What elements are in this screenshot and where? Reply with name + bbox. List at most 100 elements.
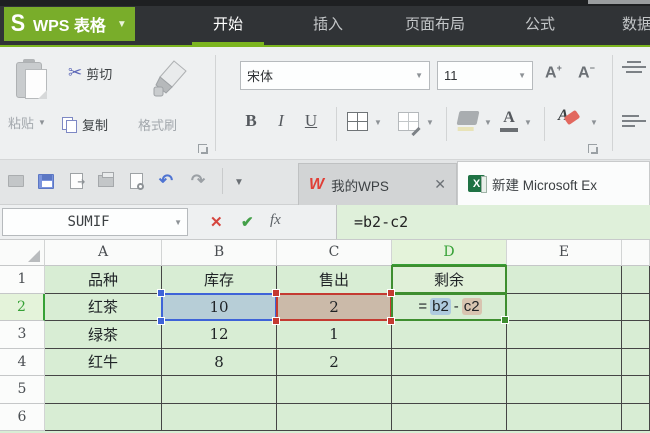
row-header-3[interactable]: 3: [0, 321, 45, 349]
cell-D6[interactable]: [392, 403, 507, 431]
cell-A1[interactable]: 品种: [45, 266, 162, 294]
fill-color-icon[interactable]: [456, 111, 480, 125]
cell-C5[interactable]: [277, 376, 392, 404]
format-painter-brush-icon[interactable]: [152, 59, 188, 99]
enter-icon[interactable]: ✔: [241, 213, 254, 231]
font-dialog-launcher-icon[interactable]: [588, 144, 598, 154]
editing-cell-D2[interactable]: = b2- c2: [391, 292, 507, 321]
ribbon-tab-home[interactable]: 开始: [193, 12, 263, 40]
row-header-4[interactable]: 4: [0, 348, 45, 376]
row-header-6[interactable]: 6: [0, 403, 45, 431]
print-preview-icon[interactable]: [124, 169, 148, 193]
cell-E2[interactable]: [507, 293, 622, 321]
undo-icon[interactable]: ↶: [154, 169, 178, 193]
row-header-1[interactable]: 1: [0, 266, 45, 294]
cell-A5[interactable]: [45, 376, 162, 404]
cell-F5[interactable]: [622, 376, 650, 404]
tab-my-wps[interactable]: W 我的WPS ✕: [298, 163, 457, 205]
cell-B5[interactable]: [162, 376, 277, 404]
cut-button[interactable]: ✂ 剪切: [68, 63, 112, 83]
column-header-B[interactable]: B: [162, 240, 277, 266]
ribbon-tab-data[interactable]: 数据: [605, 12, 650, 40]
export-icon[interactable]: ➜: [64, 169, 88, 193]
ribbon-tab-formulas[interactable]: 公式: [508, 12, 572, 40]
chevron-down-icon[interactable]: ▼: [117, 19, 127, 30]
paste-button[interactable]: 粘贴 ▼: [8, 113, 46, 132]
cell-E3[interactable]: [507, 321, 622, 349]
quick-access-dropdown-icon[interactable]: ▼: [234, 177, 244, 188]
cell-E6[interactable]: [507, 403, 622, 431]
cell-C6[interactable]: [277, 403, 392, 431]
font-color-dropdown-icon[interactable]: ▼: [524, 118, 532, 127]
align-center-icon[interactable]: [622, 61, 646, 77]
cell-E1[interactable]: [507, 266, 622, 294]
cell-A6[interactable]: [45, 403, 162, 431]
cell-D5[interactable]: [392, 376, 507, 404]
red-selection-handle[interactable]: [272, 288, 280, 297]
redo-icon[interactable]: ↷: [186, 169, 210, 193]
cell-F1[interactable]: [622, 266, 650, 294]
format-painter-button[interactable]: 格式刷: [138, 115, 177, 134]
italic-button[interactable]: I: [268, 111, 294, 131]
cell-C1[interactable]: 售出: [277, 266, 392, 294]
print-icon[interactable]: [94, 169, 118, 193]
cancel-icon[interactable]: ✕: [210, 213, 223, 231]
column-header-D[interactable]: D: [392, 240, 507, 266]
font-color-icon[interactable]: A: [500, 109, 518, 132]
save-icon[interactable]: [34, 169, 58, 193]
selected-cell-C2[interactable]: 2: [276, 292, 392, 321]
insert-function-icon[interactable]: fx: [270, 212, 281, 229]
cell-B3[interactable]: 12: [162, 321, 277, 349]
clipboard-dialog-launcher-icon[interactable]: [198, 144, 208, 154]
column-header-partial[interactable]: [622, 240, 650, 266]
blue-selection-handle[interactable]: [157, 317, 165, 325]
cell-B4[interactable]: 8: [162, 348, 277, 376]
column-header-A[interactable]: A: [45, 240, 162, 266]
draw-border-dropdown-icon[interactable]: ▼: [426, 118, 434, 127]
cell-F3[interactable]: [622, 321, 650, 349]
highlight-dropdown-icon[interactable]: ▼: [590, 118, 598, 127]
increase-font-button[interactable]: A+: [545, 63, 562, 82]
column-header-E[interactable]: E: [507, 240, 622, 266]
highlight-color-icon[interactable]: A: [558, 107, 581, 126]
name-box[interactable]: SUMIF ▼: [2, 208, 188, 236]
cell-E4[interactable]: [507, 348, 622, 376]
cell-C4[interactable]: 2: [277, 348, 392, 376]
fill-color-dropdown-icon[interactable]: ▼: [484, 118, 492, 127]
close-icon[interactable]: ✕: [434, 176, 446, 193]
blue-selection-handle[interactable]: [157, 288, 165, 297]
red-selection-handle[interactable]: [272, 317, 280, 325]
cell-A3[interactable]: 绿茶: [45, 321, 162, 349]
bold-button[interactable]: B: [238, 111, 264, 131]
align-left-icon[interactable]: [622, 115, 646, 131]
borders-dropdown-icon[interactable]: ▼: [374, 118, 382, 127]
row-header-5[interactable]: 5: [0, 376, 45, 404]
select-all-corner[interactable]: [0, 240, 45, 266]
font-size-select[interactable]: 11 ▼: [437, 61, 533, 90]
cell-F6[interactable]: [622, 403, 650, 431]
font-name-select[interactable]: 宋体 ▼: [240, 61, 430, 90]
green-selection-handle[interactable]: [501, 316, 509, 324]
red-selection-handle[interactable]: [387, 317, 395, 325]
ribbon-tab-insert[interactable]: 插入: [296, 12, 360, 40]
paste-icon[interactable]: [16, 59, 48, 101]
cell-B6[interactable]: [162, 403, 277, 431]
cell-D4[interactable]: [392, 348, 507, 376]
red-selection-handle[interactable]: [387, 288, 395, 297]
cell-E5[interactable]: [507, 376, 622, 404]
cell-C3[interactable]: 1: [277, 321, 392, 349]
cell-A4[interactable]: 红牛: [45, 348, 162, 376]
underline-button[interactable]: U: [298, 111, 324, 131]
cell-B1[interactable]: 库存: [162, 266, 277, 294]
formula-input[interactable]: =b2-c2: [336, 205, 650, 239]
cell-F2[interactable]: [622, 293, 650, 321]
selected-cell-B2[interactable]: 10: [161, 292, 277, 321]
tab-new-excel-workbook[interactable]: X 新建 Microsoft Ex: [457, 161, 650, 205]
copy-button[interactable]: 复制: [62, 115, 108, 134]
decrease-font-button[interactable]: A−: [578, 63, 595, 82]
draw-border-icon[interactable]: [398, 112, 421, 137]
cell-F4[interactable]: [622, 348, 650, 376]
column-header-C[interactable]: C: [277, 240, 392, 266]
referenced-cell-D1[interactable]: 剩余: [391, 265, 507, 294]
cell-D3[interactable]: [392, 321, 507, 349]
